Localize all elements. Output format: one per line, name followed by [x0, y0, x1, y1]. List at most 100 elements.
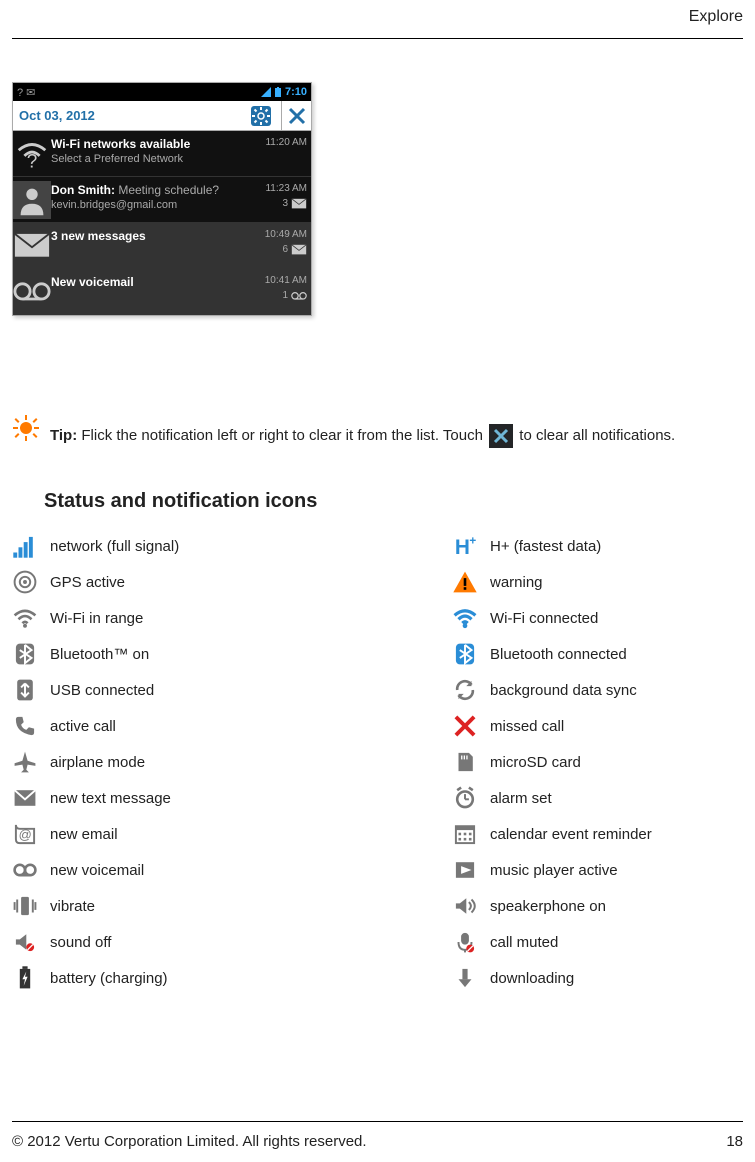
mail-icon [291, 244, 307, 255]
notification-meta: 10:49 AM 6 [253, 223, 311, 268]
bluetooth-connected-icon [452, 641, 478, 667]
notification-time: 10:41 AM [257, 275, 307, 286]
phone-date-bar: Oct 03, 2012 [13, 101, 311, 131]
icon-label: new voicemail [50, 862, 144, 879]
phone-screenshot: ? ✉ 7:10 Oct 03, 2012 ?Wi-Fi networks av… [12, 82, 312, 316]
music-player-icon [452, 857, 478, 883]
phone-status-bar: ? ✉ 7:10 [13, 83, 311, 101]
close-icon[interactable] [281, 101, 311, 131]
table-row: new text message alarm set [12, 780, 742, 816]
page-header-title: Explore [689, 8, 743, 26]
network-signal-mini-icon [261, 87, 271, 97]
icon-label: call muted [490, 934, 558, 951]
tip-lightbulb-icon [12, 414, 40, 442]
icon-definition: alarm set [452, 785, 732, 811]
microsd-card-icon [452, 749, 478, 775]
table-row: sound offcall muted [12, 924, 742, 960]
icon-label: Wi-Fi in range [50, 610, 143, 627]
table-row: vibratespeakerphone on [12, 888, 742, 924]
sound-off-icon [12, 929, 38, 955]
new-email-icon: @ [12, 821, 38, 847]
tip-label: Tip: [50, 427, 77, 444]
icon-definition: call muted [452, 929, 732, 955]
footer-page-number: 18 [726, 1133, 743, 1150]
notification-time: 11:20 AM [257, 137, 307, 148]
notification-row[interactable]: ?Wi-Fi networks availableSelect a Prefer… [13, 131, 311, 177]
notification-title: 3 new messages [51, 229, 249, 243]
gps-active-icon [12, 569, 38, 595]
icon-definition: Bluetooth™ on [12, 641, 452, 667]
downloading-icon [452, 965, 478, 991]
icon-label: downloading [490, 970, 574, 987]
h-plus-icon: H+ [452, 533, 478, 559]
tip-text: Tip: Flick the notification left or righ… [50, 414, 675, 448]
icon-label: Bluetooth connected [490, 646, 627, 663]
phone-status-right: 7:10 [261, 86, 307, 98]
table-row: network (full signal)H+ H+ (fastest data) [12, 528, 742, 564]
icon-definition: battery (charging) [12, 965, 452, 991]
icon-label: warning [490, 574, 543, 591]
table-row: @ new email calendar event reminder [12, 816, 742, 852]
notification-list: ?Wi-Fi networks availableSelect a Prefer… [13, 131, 311, 315]
table-row: Bluetooth™ on Bluetooth connected [12, 636, 742, 672]
svg-text:H: H [455, 536, 470, 559]
table-row: GPS active warning [12, 564, 742, 600]
icon-definition: USB connected [12, 677, 452, 703]
icon-label: battery (charging) [50, 970, 168, 987]
gear-icon[interactable] [251, 106, 271, 126]
icon-definition: GPS active [12, 569, 452, 595]
table-row: USB connected background data sync [12, 672, 742, 708]
clear-all-icon[interactable] [489, 424, 513, 448]
icon-definition: downloading [452, 965, 732, 991]
active-call-icon [12, 713, 38, 739]
notification-time: 10:49 AM [257, 229, 307, 240]
notification-row[interactable]: Don Smith: Meeting schedule?kevin.bridge… [13, 177, 311, 223]
notification-meta: 10:41 AM1 [253, 269, 311, 314]
icon-label: missed call [490, 718, 564, 735]
phone-status-time: 7:10 [285, 86, 307, 98]
icon-label: H+ (fastest data) [490, 538, 601, 555]
table-row: new voicemail music player active [12, 852, 742, 888]
icon-label: new email [50, 826, 118, 843]
icon-definition: music player active [452, 857, 732, 883]
notification-body: Wi-Fi networks available Select a Preferr… [51, 131, 253, 176]
notification-row[interactable]: 3 new messages 10:49 AM 6 [13, 223, 311, 269]
notification-meta: 11:20 AM [253, 131, 311, 176]
icon-definition: new voicemail [12, 857, 452, 883]
icon-definition: calendar event reminder [452, 821, 732, 847]
new-voicemail-icon [12, 857, 38, 883]
icon-label: new text message [50, 790, 171, 807]
svg-text:+: + [469, 535, 476, 548]
icon-definition: background data sync [452, 677, 732, 703]
wifi-range-icon [12, 605, 38, 631]
footer-copyright: © 2012 Vertu Corporation Limited. All ri… [12, 1133, 367, 1150]
notification-count: 6 [257, 244, 307, 255]
icon-definition: network (full signal) [12, 533, 452, 559]
notification-subtitle: Select a Preferred Network [51, 153, 249, 165]
notification-time: 11:23 AM [257, 183, 307, 194]
notification-title: New voicemail [51, 275, 249, 289]
icon-definition: Wi-Fi connected [452, 605, 732, 631]
notification-body: New voicemail [51, 269, 253, 314]
notification-title: Wi-Fi networks available [51, 137, 249, 151]
battery-mini-icon [275, 87, 281, 97]
icon-definition: microSD card [452, 749, 732, 775]
icon-definition: missed call [452, 713, 732, 739]
call-muted-icon [452, 929, 478, 955]
missed-call-icon [452, 713, 478, 739]
icon-label: background data sync [490, 682, 637, 699]
phone-status-left: ? ✉ [17, 86, 35, 99]
icon-label: vibrate [50, 898, 95, 915]
notification-body: 3 new messages [51, 223, 253, 268]
notification-count: 3 [257, 198, 307, 209]
new-text-message-icon [12, 785, 38, 811]
mail-icon [291, 198, 307, 209]
notification-row[interactable]: New voicemail 10:41 AM1 [13, 269, 311, 315]
calendar-reminder-icon [452, 821, 478, 847]
icon-definition: H+ H+ (fastest data) [452, 533, 732, 559]
usb-connected-icon [12, 677, 38, 703]
vibrate-icon [12, 893, 38, 919]
airplane-mode-icon [12, 749, 38, 775]
background-sync-icon [452, 677, 478, 703]
icons-table: network (full signal)H+ H+ (fastest data)… [12, 528, 742, 996]
